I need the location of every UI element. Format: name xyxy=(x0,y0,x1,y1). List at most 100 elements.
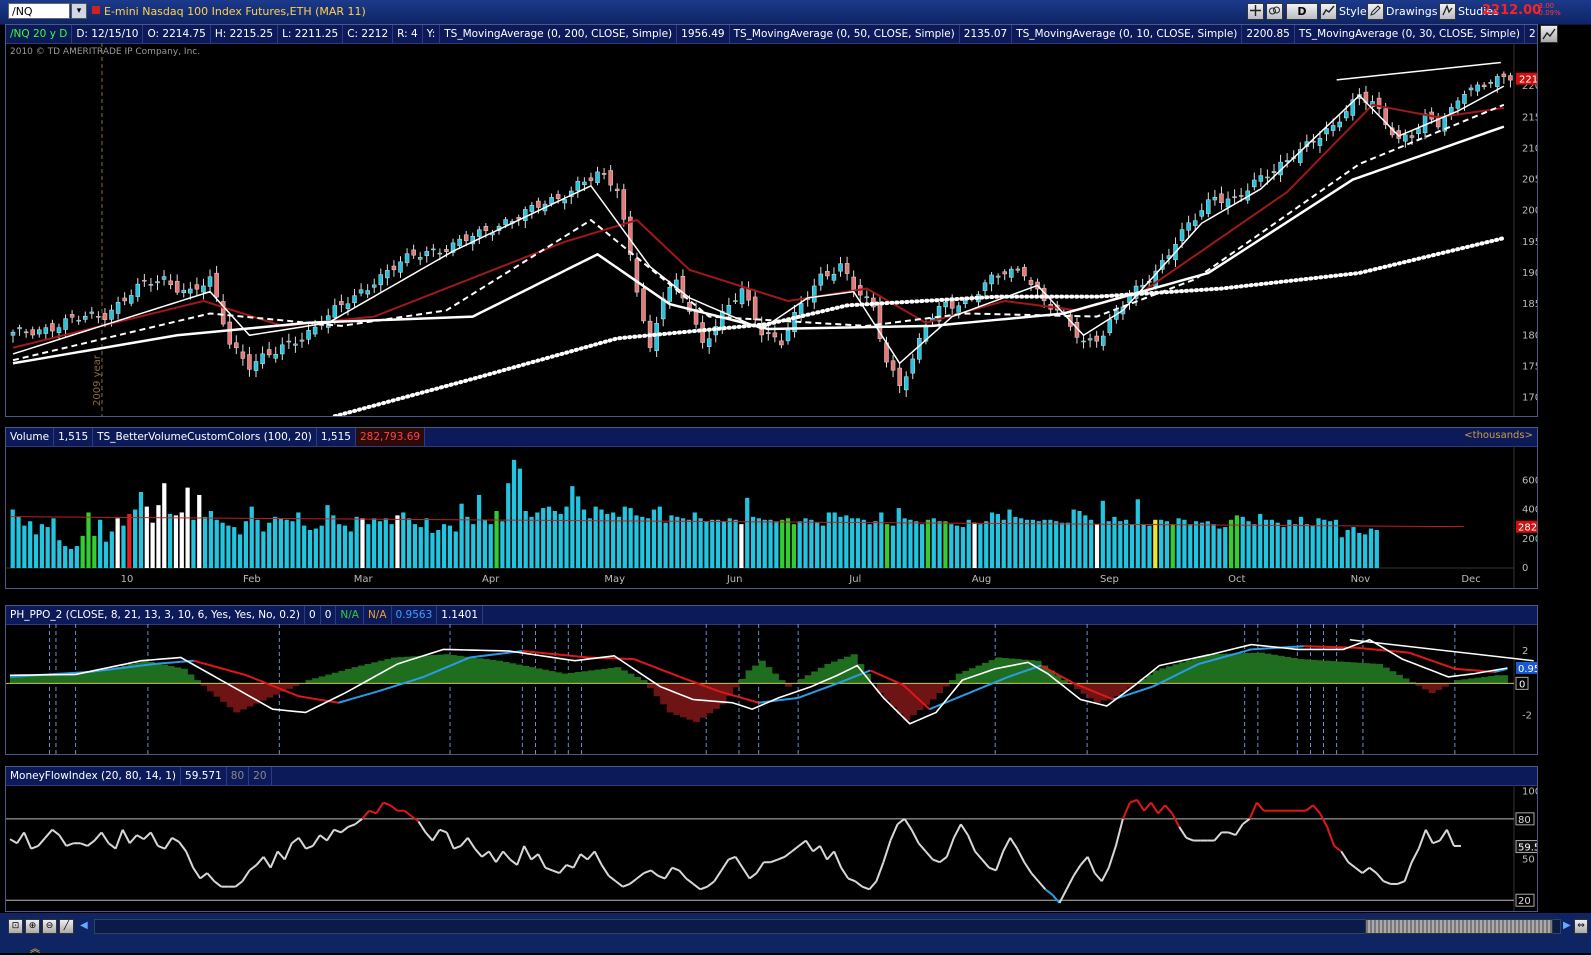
symbol-input[interactable]: /NQ xyxy=(8,3,70,19)
price-panel[interactable]: /NQ 20 y DD: 12/15/10O: 2214.75H: 2215.2… xyxy=(5,24,1538,417)
header-cell[interactable]: 1,515 xyxy=(54,428,93,446)
volume-bar xyxy=(378,521,382,568)
style-menu[interactable]: Style xyxy=(1339,5,1367,18)
mfi-line-seg xyxy=(1137,800,1144,811)
header-cell[interactable]: 1,515 xyxy=(317,428,356,446)
zoom-out-button[interactable]: ⊖ xyxy=(42,919,57,934)
candle-up xyxy=(707,339,711,347)
ppo-histogram-bar xyxy=(220,683,227,702)
period-button[interactable]: D xyxy=(1286,3,1318,20)
header-cell[interactable]: L: 2211.25 xyxy=(278,25,343,43)
candle-up xyxy=(1272,171,1276,172)
zoom-out-icon: ⊖ xyxy=(46,921,54,931)
header-cell[interactable]: N/A xyxy=(336,606,364,624)
candle-down xyxy=(241,352,245,359)
link-tool-button[interactable] xyxy=(1266,3,1283,20)
header-cell[interactable]: 282,793.69 xyxy=(356,428,425,446)
ppo-signal-seg xyxy=(969,690,976,693)
ppo-histogram-bar xyxy=(1501,675,1508,683)
header-cell[interactable]: 59.571 xyxy=(181,767,227,785)
header-cell[interactable]: 0 xyxy=(305,606,321,624)
ppo-signal-seg xyxy=(1442,664,1449,666)
header-cell[interactable]: PH_PPO_2 (CLOSE, 8, 21, 13, 3, 10, 6, Ye… xyxy=(6,606,305,624)
candle-up xyxy=(182,290,186,293)
header-cell[interactable]: H: 2215.25 xyxy=(211,25,278,43)
chart-settings-button[interactable] xyxy=(1540,25,1558,43)
ppo-histogram-bar xyxy=(1481,677,1488,683)
symbol-dropdown-button[interactable]: ▾ xyxy=(71,3,87,19)
zoom-in-button[interactable]: ⊕ xyxy=(25,919,40,934)
ppo-signal-seg xyxy=(805,693,812,695)
crosshair-tool-button[interactable] xyxy=(1247,3,1264,20)
mfi-panel[interactable]: MoneyFlowIndex (20, 80, 14, 1)59.5718020… xyxy=(5,766,1538,912)
header-cell[interactable]: 80 xyxy=(227,767,249,785)
expand-time-button[interactable]: ⇔ xyxy=(1574,919,1588,934)
header-cell[interactable]: 0 xyxy=(321,606,337,624)
candle-up xyxy=(11,332,15,335)
ppo-histogram-bar xyxy=(95,671,102,684)
mfi-line-seg xyxy=(179,842,186,851)
candle-up xyxy=(293,344,297,345)
candle-up xyxy=(458,239,462,246)
header-cell[interactable]: R: 4 xyxy=(393,25,423,43)
volume-bar xyxy=(1007,510,1011,568)
scroll-right-icon[interactable]: ▶ xyxy=(1563,920,1571,931)
header-cell[interactable]: MoneyFlowIndex (20, 80, 14, 1) xyxy=(6,767,181,785)
candle-up xyxy=(477,230,481,237)
header-cell[interactable]: TS_MovingAverage (0, 10, CLOSE, Simple) xyxy=(1012,25,1242,43)
volume-chart[interactable]: 0200400600282.7910FebMarAprMayJunJulAugS… xyxy=(6,446,1537,588)
header-cell[interactable]: C: 2212 xyxy=(343,25,393,43)
chart-settings-icon xyxy=(1541,26,1557,42)
candle-up xyxy=(523,209,527,220)
y-tick-label: 2000 xyxy=(1522,206,1537,217)
draw-line-button[interactable]: ╱ xyxy=(59,919,74,934)
volume-bar xyxy=(162,483,166,568)
mfi-chart[interactable]: 50100208059.571 xyxy=(6,785,1537,911)
header-cell[interactable]: 20 xyxy=(249,767,271,785)
x-tick-label: Feb xyxy=(243,574,261,585)
flag-icon[interactable] xyxy=(92,6,100,14)
ppo-signal-seg xyxy=(1133,691,1140,693)
header-cell[interactable]: TS_MovingAverage (0, 50, CLOSE, Simple) xyxy=(730,25,960,43)
header-cell[interactable]: D: 12/15/10 xyxy=(72,25,143,43)
header-cell[interactable]: 1.1401 xyxy=(437,606,483,624)
header-cell[interactable]: Volume xyxy=(6,428,54,446)
ppo-histogram-bar xyxy=(890,683,897,706)
header-cell[interactable]: 0.9563 xyxy=(392,606,438,624)
ppo-panel[interactable]: PH_PPO_2 (CLOSE, 8, 21, 13, 3, 10, 6, Ye… xyxy=(5,605,1538,755)
candle-down xyxy=(247,355,251,370)
volume-bar xyxy=(86,512,90,568)
scroll-left-icon[interactable]: ◀ xyxy=(80,920,88,931)
header-cell[interactable]: 2165.28 xyxy=(1525,25,1537,43)
ppo-histogram-bar xyxy=(522,666,529,683)
ppo-histogram-bar xyxy=(923,683,930,704)
header-cell[interactable]: 1956.49 xyxy=(677,25,729,43)
mfi-line-seg xyxy=(475,849,482,857)
header-cell[interactable]: 2200.85 xyxy=(1242,25,1294,43)
drawings-tool-button[interactable] xyxy=(1367,3,1384,20)
drawings-menu[interactable]: Drawings xyxy=(1386,5,1437,18)
ppo-histogram-bar xyxy=(765,667,772,683)
header-cell[interactable]: TS_BetterVolumeCustomColors (100, 20) xyxy=(93,428,317,446)
chart-type-button[interactable] xyxy=(1320,3,1337,20)
volume-panel[interactable]: Volume1,515TS_BetterVolumeCustomColors (… xyxy=(5,427,1538,589)
ppo-histogram-bar xyxy=(752,666,759,684)
header-cell[interactable]: 2135.07 xyxy=(960,25,1012,43)
header-cell[interactable]: /NQ 20 y D xyxy=(6,25,72,43)
header-cell[interactable]: O: 2214.75 xyxy=(143,25,210,43)
zoom-reset-button[interactable]: ⊡ xyxy=(8,919,23,934)
ppo-signal-seg xyxy=(1067,680,1074,684)
header-cell[interactable]: TS_MovingAverage (0, 200, CLOSE, Simple) xyxy=(440,25,677,43)
mfi-line-seg xyxy=(390,805,397,810)
studies-tool-button[interactable] xyxy=(1439,3,1456,20)
header-cell[interactable]: TS_MovingAverage (0, 30, CLOSE, Simple) xyxy=(1295,25,1525,43)
ppo-histogram-bar xyxy=(509,663,516,683)
volume-bar xyxy=(675,517,679,568)
ppo-chart[interactable]: -2020.956260 xyxy=(6,624,1537,754)
scrollbar-thumb[interactable] xyxy=(1365,919,1553,934)
volume-bar xyxy=(605,514,609,568)
header-cell[interactable]: N/A xyxy=(364,606,392,624)
time-scrollbar[interactable] xyxy=(94,919,1561,934)
price-chart[interactable]: 1700175018001850190019502000205021002150… xyxy=(6,43,1537,416)
header-cell[interactable]: Y: xyxy=(423,25,441,43)
